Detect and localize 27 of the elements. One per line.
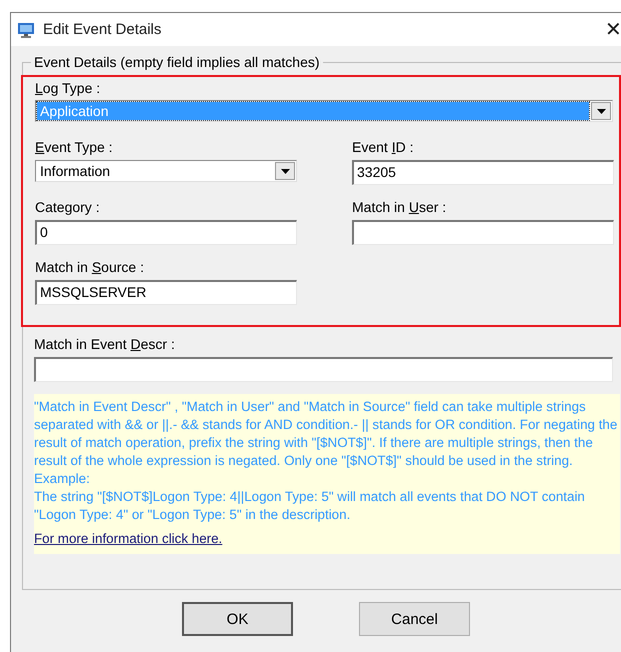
dropdown-button[interactable] <box>591 102 611 120</box>
caret-icon <box>596 108 606 114</box>
group-title: Event Details (empty field implies all matches) <box>31 54 323 70</box>
help-text: Example: <box>34 470 91 488</box>
dropdown-button[interactable] <box>275 162 295 180</box>
caret-icon <box>280 168 290 174</box>
more-info-link[interactable]: For more information click here. <box>34 530 222 548</box>
input-field[interactable]: MSSQLSERVER <box>35 280 297 305</box>
field-label: Event Type : <box>35 138 114 156</box>
input-field[interactable]: 0 <box>35 220 297 245</box>
input-field[interactable]: 33205 <box>352 160 614 185</box>
input-field[interactable] <box>352 220 614 245</box>
close-button[interactable]: ✕ <box>601 17 621 41</box>
help-text: "Match in Event Descr" , "Match in User" and "Match in Source" field can take multiple strings separated with && or ||.- && stands for AND condition.- || stands for OR condition. For negating the result of match operation, prefix the string with "[$NOT$]". If there are multiple strings, then the result of the whole expression is negated. Only one "[$NOT$]" should be used in the string. <box>34 398 618 470</box>
field-label: Event ID : <box>352 138 414 156</box>
field-label: Match in Source : <box>35 258 145 276</box>
window-title: Edit Event Details <box>43 21 162 38</box>
field-label: Match in Event Descr : <box>34 335 176 353</box>
field-label: Log Type : <box>35 79 100 97</box>
input-field[interactable] <box>34 357 613 382</box>
help-text: The string "[$NOT$]Logon Type: 4||Logon Type: 5" will match all events that DO NOT contain "Logon Type: 4" or "Logon Type: 5" in the description. <box>34 488 586 524</box>
cancel-button[interactable]: Cancel <box>359 602 470 636</box>
event-type-dropdown[interactable]: Information <box>35 160 297 182</box>
field-label: Match in User : <box>352 198 448 216</box>
app-icon <box>17 20 35 38</box>
field-label: Category : <box>35 198 101 216</box>
ok-button[interactable]: OK <box>182 602 293 636</box>
